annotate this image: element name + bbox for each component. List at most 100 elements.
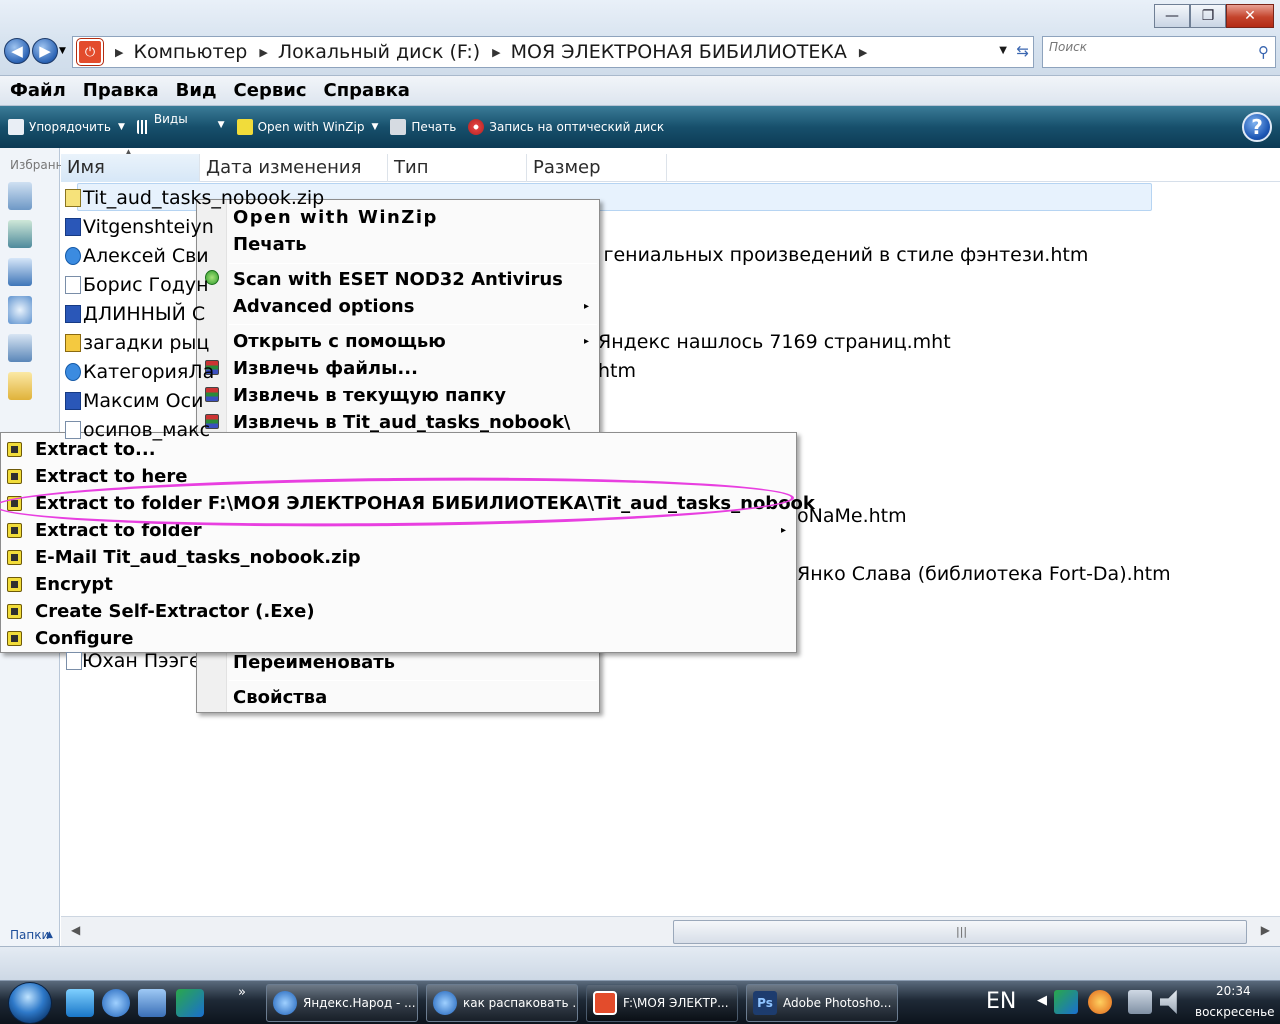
- taskbar-item[interactable]: Ps Adobe Photosho...: [746, 984, 898, 1022]
- show-desktop-icon[interactable]: [138, 989, 166, 1017]
- file-name-tail[interactable]: я гениальных произведений в стиле фэнтез…: [586, 244, 1088, 266]
- taskbar-item[interactable]: Яндекс.Народ - ...: [266, 984, 418, 1022]
- address-dropdown-icon[interactable]: ▼: [999, 45, 1007, 56]
- switch-windows-icon[interactable]: [176, 989, 204, 1017]
- file-name-tail[interactable]: Янко Слава (библиотека Fort-Da).htm: [797, 563, 1171, 585]
- breadcrumb-drive[interactable]: Локальный диск (F:): [278, 41, 480, 63]
- file-name[interactable]: Tit_aud_tasks_nobook.zip: [83, 187, 324, 209]
- print-button[interactable]: Печать: [390, 119, 456, 135]
- menu-help[interactable]: Справка: [324, 80, 410, 101]
- submenu-encrypt[interactable]: Encrypt: [35, 574, 113, 595]
- maximize-button[interactable]: ❐: [1190, 4, 1226, 28]
- search-icon[interactable]: ⚲: [1258, 43, 1269, 61]
- public-folder-icon[interactable]: [8, 334, 32, 362]
- internet-explorer-icon[interactable]: [102, 989, 130, 1017]
- help-icon[interactable]: ?: [1242, 112, 1272, 142]
- network-icon[interactable]: [66, 989, 94, 1017]
- organize-button[interactable]: Упорядочить ▼: [8, 119, 125, 135]
- chevron-right-icon[interactable]: ▶: [259, 46, 267, 59]
- chevron-up-icon[interactable]: ▲: [46, 930, 53, 940]
- language-indicator[interactable]: EN: [986, 989, 1016, 1014]
- file-name-tail[interactable]: Яндекс нашлось 7169 страниц.mht: [598, 331, 951, 353]
- menu-item-rename[interactable]: Переименовать: [233, 652, 395, 673]
- file-row[interactable]: Tit_aud_tasks_nobook.zip: [61, 183, 1280, 212]
- search-folder-icon[interactable]: [8, 296, 32, 324]
- back-button[interactable]: ◀: [4, 38, 30, 64]
- file-name[interactable]: Максим Оси: [83, 390, 203, 412]
- network-status-icon[interactable]: [1128, 990, 1152, 1014]
- folders-toggle[interactable]: Папки: [10, 928, 49, 942]
- submenu-configure[interactable]: Configure: [35, 628, 134, 649]
- column-date[interactable]: Дата изменения: [200, 154, 388, 182]
- chevron-right-icon[interactable]: ▶: [115, 46, 123, 59]
- app-tray-icon[interactable]: [1088, 990, 1112, 1014]
- volume-icon[interactable]: [1160, 990, 1177, 1014]
- start-button[interactable]: [8, 982, 52, 1024]
- word-doc-icon: [65, 217, 81, 236]
- refresh-icon[interactable]: ⇆: [1016, 42, 1029, 60]
- menu-file[interactable]: Файл: [10, 80, 66, 101]
- internet-explorer-icon: [273, 991, 297, 1015]
- menu-item-extract-to-named[interactable]: Извлечь в Tit_aud_tasks_nobook\: [233, 412, 570, 433]
- quick-launch-more[interactable]: »: [238, 985, 246, 1000]
- minimize-button[interactable]: —: [1154, 4, 1190, 28]
- window-titlebar: — ❐ ✕ ◀ ▶ ▼ ⏻ ▶ Компьютер ▶ Локальный ди…: [0, 0, 1280, 76]
- scroll-left-icon[interactable]: ◀: [71, 923, 80, 937]
- menu-edit[interactable]: Правка: [83, 80, 159, 101]
- horizontal-scrollbar[interactable]: ◀ ||| ▶: [61, 916, 1280, 946]
- winzip-submenu: Extract to... Extract to here Extract to…: [0, 432, 815, 653]
- file-name[interactable]: КатегорияЛа: [83, 361, 214, 383]
- scrollbar-thumb[interactable]: |||: [673, 920, 1247, 944]
- submenu-create-self-extractor[interactable]: Create Self-Extractor (.Exe): [35, 601, 315, 622]
- views-button[interactable]: Виды ▼: [136, 112, 225, 134]
- close-button[interactable]: ✕: [1226, 4, 1274, 28]
- taskbar-item[interactable]: F:\МОЯ ЭЛЕКТР...: [586, 984, 738, 1022]
- file-name[interactable]: загадки рыц: [83, 332, 209, 354]
- text-file-icon: [65, 275, 81, 294]
- column-size[interactable]: Размер: [527, 154, 667, 182]
- menu-item-extract-here[interactable]: Извлечь в текущую папку: [233, 385, 506, 406]
- file-name[interactable]: Vitgenshteiyn: [83, 216, 214, 238]
- breadcrumb-computer[interactable]: Компьютер: [133, 41, 247, 63]
- clock-day[interactable]: воскресенье: [1195, 1005, 1275, 1019]
- switch-icon[interactable]: [1054, 990, 1078, 1014]
- chevron-right-icon[interactable]: ▶: [859, 46, 867, 59]
- search-input[interactable]: Поиск ⚲: [1042, 36, 1276, 68]
- taskbar-item[interactable]: как распаковать ...: [426, 984, 578, 1022]
- address-bar[interactable]: ⏻ ▶ Компьютер ▶ Локальный диск (F:) ▶ МО…: [72, 36, 1034, 68]
- file-name[interactable]: осипов_макс: [83, 419, 210, 441]
- menu-item-scan-eset[interactable]: Scan with ESET NOD32 Antivirus: [233, 269, 563, 290]
- menu-item-advanced-options[interactable]: Advanced options: [233, 296, 414, 317]
- pictures-icon[interactable]: [8, 220, 32, 248]
- music-icon[interactable]: [8, 258, 32, 286]
- clock-time[interactable]: 20:34: [1216, 984, 1251, 998]
- file-name[interactable]: Борис Годун: [83, 274, 209, 296]
- file-name-tail[interactable]: Юхан Пээгел: [82, 650, 213, 672]
- menu-item-properties[interactable]: Свойства: [233, 687, 327, 708]
- submenu-email[interactable]: E-Mail Tit_aud_tasks_nobook.zip: [35, 547, 361, 568]
- scroll-right-icon[interactable]: ▶: [1261, 923, 1270, 937]
- menu-view[interactable]: Вид: [176, 80, 217, 101]
- file-name[interactable]: Алексей Сви: [83, 245, 209, 267]
- file-name-tail[interactable]: htm: [598, 360, 636, 382]
- breadcrumb-library[interactable]: МОЯ ЭЛЕКТРОНАЯ БИБИЛИОТЕКА: [511, 41, 847, 63]
- column-type[interactable]: Тип: [388, 154, 527, 182]
- menu-item-open-with[interactable]: Открыть с помощью: [233, 331, 446, 352]
- documents-icon[interactable]: [8, 182, 32, 210]
- burn-disc-button[interactable]: Запись на оптический диск: [468, 119, 664, 135]
- open-winzip-button[interactable]: Open with WinZip ▼: [236, 119, 378, 135]
- folder-icon[interactable]: [8, 372, 32, 400]
- show-hidden-icons-icon[interactable]: ◀: [1037, 993, 1047, 1008]
- file-name[interactable]: ДЛИННЫЙ С: [83, 303, 205, 325]
- menu-item-open-winzip[interactable]: Open with WinZip: [233, 207, 438, 228]
- menu-item-extract-files[interactable]: Извлечь файлы...: [233, 358, 418, 379]
- menu-item-print[interactable]: Печать: [233, 234, 307, 255]
- chevron-right-icon[interactable]: ▶: [492, 46, 500, 59]
- submenu-extract-to[interactable]: Extract to...: [35, 439, 156, 460]
- forward-button[interactable]: ▶: [32, 38, 58, 64]
- menu-tools[interactable]: Сервис: [234, 80, 307, 101]
- chevron-down-icon: ▼: [217, 120, 225, 130]
- internet-explorer-icon: [433, 991, 457, 1015]
- history-dropdown-icon[interactable]: ▼: [59, 46, 66, 56]
- column-name[interactable]: Имя: [61, 154, 200, 182]
